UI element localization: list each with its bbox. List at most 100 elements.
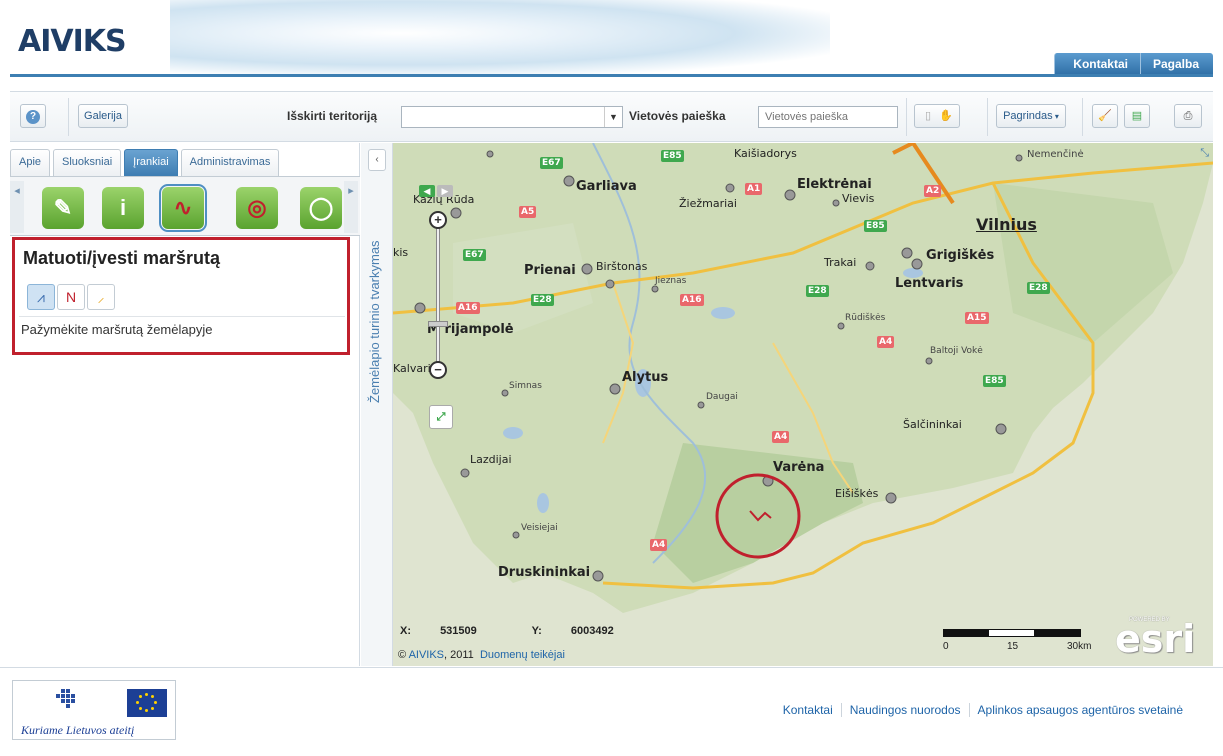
toolbar-separator <box>1082 98 1083 136</box>
city-rudiskes: Rūdiškės <box>845 313 886 323</box>
measure-line-button[interactable]: ⩘ <box>27 284 55 310</box>
info-icon[interactable]: i <box>102 187 144 229</box>
footer: Kuriame Lietuvos ateitį Kontaktai Naudin… <box>0 668 1223 756</box>
zoom-thumb[interactable] <box>428 321 448 327</box>
city-ziezmariai: Žiežmariai <box>679 197 737 210</box>
scale-label: 30km <box>1067 641 1092 652</box>
road-sign: E67 <box>540 157 563 169</box>
ruler-icon[interactable]: ✎ <box>42 187 84 229</box>
clear-broom-button[interactable]: 🧹 <box>1092 104 1118 128</box>
city-birstonas: Birštonas <box>596 260 648 273</box>
eu-funding-badge[interactable]: Kuriame Lietuvos ateitį <box>12 680 176 740</box>
footer-useful-links[interactable]: Naudingos nuorodos <box>840 703 969 717</box>
city-garliava: Garliava <box>576 179 637 194</box>
search-input[interactable] <box>758 106 898 128</box>
data-providers-link[interactable]: Duomenų teikėjai <box>480 649 565 661</box>
chevron-down-icon[interactable]: ▼ <box>604 107 622 127</box>
gallery-button[interactable]: Galerija <box>78 104 128 128</box>
search-map-icon[interactable]: ◯ <box>300 187 342 229</box>
full-extent-button[interactable]: ⤢ <box>429 405 453 429</box>
measure-title: Matuoti/įvesti maršrutą <box>23 248 221 268</box>
road-sign: E67 <box>463 249 486 261</box>
aiviks-link[interactable]: AIVIKS <box>409 649 444 661</box>
measure-line-icon: ⩘ <box>37 289 45 305</box>
scroll-right-arrow-icon[interactable]: ▸ <box>344 181 358 233</box>
territory-select[interactable]: ▼ <box>401 106 623 128</box>
export-button[interactable]: ▤ <box>1124 104 1150 128</box>
road-sign: A16 <box>456 302 480 314</box>
city-jieznas: Jieznas <box>655 276 687 286</box>
zoom-track[interactable] <box>436 221 440 371</box>
printer-icon: ⎙ <box>1183 110 1193 122</box>
copyright-prefix: © <box>398 649 409 661</box>
scale-label: 0 <box>943 641 949 652</box>
caret-down-icon: ▾ <box>1052 112 1059 121</box>
lake <box>537 493 549 513</box>
territory-label: Išskirti teritoriją <box>287 109 378 123</box>
help-link[interactable]: Pagalba <box>1139 53 1213 75</box>
hand-pan-icon[interactable]: ✋ <box>937 105 955 127</box>
x-label: X: <box>400 625 411 637</box>
scroll-left-arrow-icon[interactable]: ◂ <box>10 181 24 233</box>
header: AIVIKS Kontaktai Pagalba <box>0 0 1223 78</box>
draw-route-button[interactable]: N <box>57 284 85 310</box>
pan-right-icon[interactable]: ▶ <box>437 185 453 197</box>
basemap-dropdown[interactable]: Pagrindas ▾ <box>996 104 1066 128</box>
map-contents-label[interactable]: Žemėlapio turinio tvarkymas <box>367 240 382 403</box>
compass-icon[interactable]: ◎ <box>236 187 278 229</box>
broom-icon: 🧹 <box>1098 110 1112 122</box>
pan-left-icon[interactable]: ◀ <box>419 185 435 197</box>
mosaic-logo-icon <box>56 689 75 708</box>
expand-map-icon[interactable]: ⤡ <box>1200 147 1209 160</box>
city-veisiejai: Veisiejai <box>521 523 558 533</box>
zoom-slider[interactable]: + − <box>428 211 448 379</box>
road-sign: A2 <box>924 185 942 197</box>
app-logo[interactable]: AIVIKS <box>18 24 127 59</box>
road-sign: A16 <box>680 294 704 306</box>
contacts-link[interactable]: Kontaktai <box>1054 53 1140 75</box>
road-sign: E28 <box>531 294 554 306</box>
footer-contacts-link[interactable]: Kontaktai <box>775 703 841 717</box>
route-line-icon: N <box>65 289 77 305</box>
city-trakai: Trakai <box>824 256 857 269</box>
toolbar: ? Galerija Išskirti teritoriją ▼ Vietovė… <box>10 91 1213 142</box>
road-sign: A4 <box>650 539 668 551</box>
identify-icon[interactable]: ▯ <box>919 105 937 127</box>
footer-agency-link[interactable]: Aplinkos apsaugos agentūros svetainė <box>968 703 1191 717</box>
lake <box>711 307 735 319</box>
identify-pan-group[interactable]: ▯ ✋ <box>914 104 960 128</box>
toolbar-separator <box>906 98 907 136</box>
city-eisiskes: Eišiškės <box>835 487 879 500</box>
collapse-panel-button[interactable]: ‹ <box>368 149 386 171</box>
help-icon: ? <box>26 110 40 124</box>
city-lentvaris: Lentvaris <box>895 276 964 291</box>
lake <box>503 427 523 439</box>
clear-route-button[interactable]: ⸝ <box>87 284 115 310</box>
eu-flag-icon <box>127 689 167 717</box>
tab-layers[interactable]: Sluoksniai <box>53 149 122 176</box>
city-kalvarija: Kalvarij <box>393 362 434 375</box>
city-vilnius: Vilnius <box>976 215 1037 234</box>
basemap-label: Pagrindas <box>1003 110 1053 122</box>
road-sign: A15 <box>965 312 989 324</box>
top-links: Kontaktai Pagalba <box>1054 53 1213 75</box>
print-button[interactable]: ⎙ <box>1174 104 1202 128</box>
y-value: 6003492 <box>570 625 614 637</box>
tab-tools[interactable]: Įrankiai <box>124 149 178 176</box>
route-icon[interactable]: ∿ <box>159 184 207 232</box>
broom-icon: ⸝ <box>97 289 105 305</box>
measure-hint: Pažymėkite maršrutą žemėlapyje <box>21 322 213 337</box>
chevron-left-icon: ‹ <box>375 154 379 165</box>
city-salcininkai: Šalčininkai <box>903 418 962 431</box>
export-document-icon: ▤ <box>1131 110 1143 122</box>
zoom-in-button[interactable]: + <box>429 211 447 229</box>
map-view[interactable]: Vilnius Grigiškės Lentvaris Trakai Elekt… <box>393 143 1213 666</box>
road-sign: E85 <box>864 220 887 232</box>
tab-administration[interactable]: Administravimas <box>180 149 280 176</box>
copyright-year: , 2011 <box>444 649 474 661</box>
help-button[interactable]: ? <box>20 104 46 128</box>
city-vievis: Vievis <box>842 192 875 205</box>
road-sign: E28 <box>806 285 829 297</box>
tab-about[interactable]: Apie <box>10 149 51 176</box>
zoom-out-button[interactable]: − <box>429 361 447 379</box>
